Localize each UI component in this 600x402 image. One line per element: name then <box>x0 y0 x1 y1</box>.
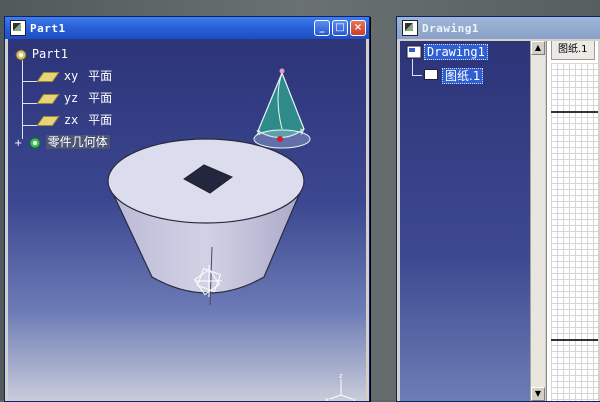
catia-document-icon <box>402 20 418 36</box>
tree-connector <box>412 59 413 75</box>
sheet-frame-line <box>551 111 598 113</box>
drawing-window-title: Drawing1 <box>422 21 479 35</box>
plane-axis-label: xy <box>63 69 79 83</box>
3d-model[interactable] <box>100 127 312 305</box>
drawing-window[interactable]: Drawing1 Drawing1 图纸.1 ▲ ▼ 图纸.1 <box>396 16 600 402</box>
scroll-up-button[interactable]: ▲ <box>531 41 545 55</box>
tree-item-yz-plane[interactable]: yz 平面 <box>36 89 113 107</box>
triad-x-label: x <box>325 396 329 401</box>
plane-axis-label: yz <box>63 91 79 105</box>
sheet-frame-line <box>551 339 598 341</box>
compass-handle-icon[interactable] <box>279 68 285 74</box>
drawing-sheet-area[interactable]: 图纸.1 <box>546 41 598 401</box>
plane-label: 平面 <box>88 69 113 83</box>
axis-triad: z x y <box>325 372 356 401</box>
triad-y-label: y <box>352 396 356 401</box>
part-gear-icon <box>15 49 27 60</box>
tree-label-drawing1: Drawing1 <box>424 44 488 60</box>
part-window-titlebar[interactable]: Part1 _ □ × <box>5 17 369 39</box>
body-gear-icon <box>29 137 41 148</box>
tree-item-xy-plane[interactable]: xy 平面 <box>36 67 113 85</box>
tree-connector <box>22 59 23 139</box>
sheet-grid <box>551 63 598 401</box>
sheet-tab[interactable]: 图纸.1 <box>551 41 595 60</box>
plane-icon <box>36 115 60 126</box>
scroll-down-button[interactable]: ▼ <box>531 387 545 401</box>
vertical-scrollbar[interactable]: ▲ ▼ <box>530 41 545 401</box>
plane-icon <box>36 71 60 82</box>
catia-document-icon <box>10 20 26 36</box>
tree-item-drawing1[interactable]: Drawing1 <box>424 44 488 60</box>
sheet-icon <box>424 69 438 80</box>
3d-viewport[interactable]: Part1 xy 平面 yz 平面 zx 平面 + 零件几何体 x y z x … <box>8 39 366 401</box>
tree-label-part1: Part1 <box>31 47 68 61</box>
drawing-root-icon <box>406 45 422 59</box>
tree-connector <box>412 75 422 76</box>
plane-label: 平面 <box>88 91 113 105</box>
plane-icon <box>36 93 60 104</box>
tree-item-sheet[interactable]: 图纸.1 <box>442 67 484 84</box>
plane-label: 平面 <box>88 113 113 127</box>
drawing-body: Drawing1 图纸.1 ▲ ▼ 图纸.1 <box>400 39 598 401</box>
part-window[interactable]: Part1 _ □ × Part1 xy 平面 yz 平面 zx 平面 + 零件… <box>4 16 370 402</box>
triad-z-label: z <box>339 372 343 380</box>
expand-icon[interactable]: + <box>14 135 24 153</box>
tree-item-body[interactable]: + 零件几何体 <box>14 133 110 151</box>
close-button[interactable]: × <box>350 20 366 36</box>
tree-item-part1[interactable]: Part1 <box>14 45 68 63</box>
part-window-title: Part1 <box>30 21 66 35</box>
drawing-tree-pane: Drawing1 图纸.1 <box>400 41 530 401</box>
minimize-button[interactable]: _ <box>314 20 330 36</box>
tree-label-sheet: 图纸.1 <box>442 68 484 84</box>
plane-axis-label: zx <box>63 113 79 127</box>
maximize-button[interactable]: □ <box>332 20 348 36</box>
drawing-window-titlebar[interactable]: Drawing1 <box>397 17 600 39</box>
